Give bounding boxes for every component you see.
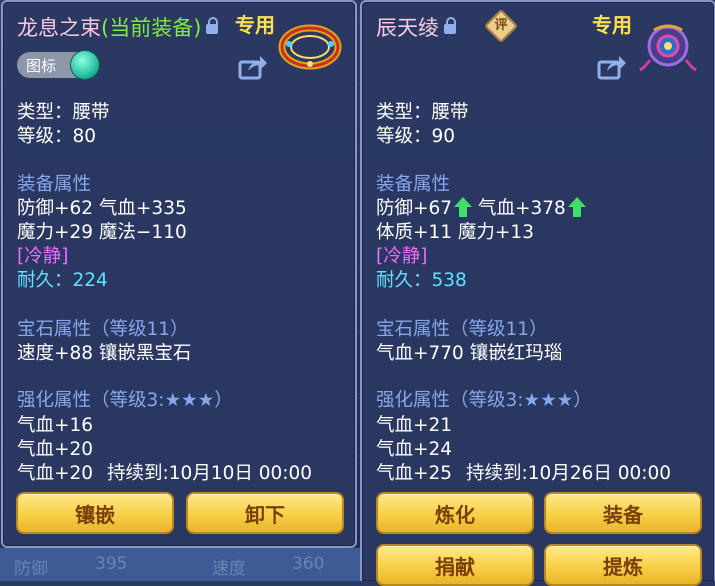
type-line: 类型：腰带: [376, 102, 469, 123]
exclusive-tag: 专用: [235, 13, 275, 37]
rating-badge[interactable]: 评: [484, 9, 518, 43]
item-name: 辰天绫: [376, 16, 439, 40]
gem-line: 气血+770 镶嵌红玛瑙: [376, 343, 563, 364]
belt-ring-icon: [278, 24, 342, 70]
attr-line-2: 魔力+29 魔法−110: [17, 222, 187, 243]
equipped-item-tooltip: 龙息之束(当前装备) 专用 图标 类型：腰带 等级：80 装备属性 防御+62 …: [1, 0, 357, 548]
enhance-attr-title: 强化属性（等级3:★★★）: [376, 390, 592, 411]
enhance-line-1: 气血+16: [17, 415, 94, 436]
extract-button[interactable]: 提炼: [544, 544, 702, 586]
defense-stat: 防御+67: [376, 198, 453, 219]
expire-time: 持续到:10月10日 00:00: [107, 463, 313, 484]
speed-value: 360: [292, 554, 325, 574]
item-title: 龙息之束(当前装备): [17, 12, 219, 42]
gem-attr-title: 宝石属性（等级11）: [17, 319, 189, 340]
durability: 耐久：224: [17, 270, 108, 291]
character-stats-strip: 防御 395 速度 360: [0, 548, 360, 581]
icon-toggle[interactable]: 图标: [17, 51, 99, 79]
level-line: 等级：80: [17, 126, 97, 147]
level-line: 等级：90: [376, 126, 456, 147]
special-effect: [冷静]: [17, 246, 69, 267]
share-icon[interactable]: [238, 54, 268, 80]
enhance-line-3: 气血+20 持续到:10月10日 00:00: [17, 459, 312, 485]
speed-label: 速度: [212, 559, 246, 579]
gem-line: 速度+88 镶嵌黑宝石: [17, 343, 192, 364]
hp-stat: 气血+378: [477, 198, 566, 219]
enhance-line-2: 气血+20: [17, 439, 94, 460]
special-effect: [冷静]: [376, 246, 428, 267]
lock-icon: [206, 17, 219, 34]
attr-line-2: 体质+11 魔力+13: [376, 222, 534, 243]
enhance-line-3-value: 气血+25: [376, 463, 453, 484]
attr-line-1: 防御+67 气血+378: [376, 194, 586, 220]
item-name: 龙息之束: [17, 16, 101, 40]
rating-badge-label: 评: [494, 18, 508, 33]
candidate-item-tooltip: 辰天绫 评 专用 类型：腰带 等级：90 装备属性 防御+67 气血+378 体…: [360, 0, 715, 586]
gem-attr-title: 宝石属性（等级11）: [376, 319, 548, 340]
equip-attr-title: 装备属性: [17, 174, 92, 195]
equip-attr-title: 装备属性: [376, 174, 451, 195]
toggle-knob: [71, 51, 99, 79]
up-arrow-icon: [454, 197, 473, 217]
up-arrow-icon: [567, 197, 586, 217]
defense-label: 防御: [14, 559, 48, 579]
current-equip-tag: (当前装备): [101, 16, 202, 40]
equip-button[interactable]: 装备: [544, 492, 702, 534]
type-line: 类型：腰带: [17, 102, 110, 123]
unequip-button[interactable]: 卸下: [186, 492, 344, 534]
expire-time: 持续到:10月26日 00:00: [466, 463, 672, 484]
attr-line-1: 防御+62 气血+335: [17, 198, 187, 219]
enhance-line-1: 气血+21: [376, 415, 453, 436]
sash-icon: [639, 24, 697, 72]
share-icon[interactable]: [597, 54, 627, 80]
enhance-line-3: 气血+25 持续到:10月26日 00:00: [376, 459, 671, 485]
lock-icon: [444, 17, 456, 34]
inlay-button[interactable]: 镶嵌: [16, 492, 174, 534]
icon-toggle-label: 图标: [26, 57, 57, 75]
exclusive-tag: 专用: [592, 13, 632, 37]
durability: 耐久：538: [376, 270, 467, 291]
refine-button[interactable]: 炼化: [376, 492, 534, 534]
enhance-line-3-value: 气血+20: [17, 463, 94, 484]
item-title: 辰天绫: [376, 12, 456, 42]
defense-value: 395: [95, 554, 128, 574]
enhance-line-2: 气血+24: [376, 439, 453, 460]
enhance-attr-title: 强化属性（等级3:★★★）: [17, 390, 233, 411]
donate-button[interactable]: 捐献: [376, 544, 534, 586]
